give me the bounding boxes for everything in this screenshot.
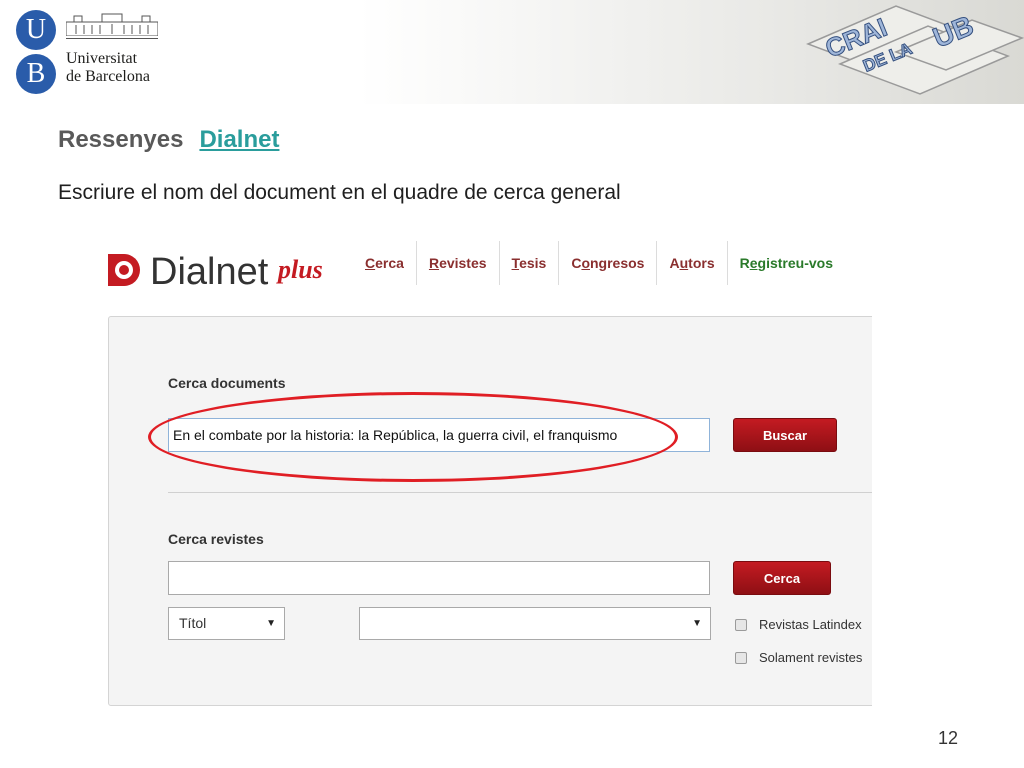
- dialnet-screenshot: Dialnet plus Cerca Revistes Tesis Congre…: [100, 232, 872, 710]
- checkbox-icon[interactable]: [735, 618, 747, 631]
- checkbox-icon[interactable]: [735, 651, 747, 664]
- latindex-checkbox-label: Revistas Latindex: [759, 617, 862, 632]
- journal-search-input[interactable]: [168, 561, 710, 595]
- nav-item-pre: A: [669, 255, 680, 271]
- cerca-documents-label: Cerca documents: [168, 375, 286, 391]
- solament-checkbox-label: Solament revistes: [759, 650, 863, 665]
- ub-name-line1: Universitat: [66, 50, 138, 67]
- ub-name: Universitat de Barcelona: [66, 50, 176, 86]
- nav-item-key: e: [749, 255, 758, 271]
- ub-logo: U B Universitat de Barcelona: [14, 8, 164, 96]
- ub-name-line2: de Barcelona: [66, 68, 150, 85]
- nav-item-post: esis: [519, 255, 547, 271]
- dropdown-arrow-icon: ▼: [266, 618, 276, 629]
- section-divider: [168, 492, 872, 493]
- crai-de-la-ub-logo: CRAI DE LA UB: [805, 5, 1024, 95]
- nav-registreu-vos[interactable]: Registreu-vos: [728, 241, 845, 285]
- cerca-revistes-label: Cerca revistes: [168, 531, 264, 547]
- dropdown-arrow-icon: ▼: [692, 618, 702, 629]
- nav-item-key: T: [511, 255, 520, 271]
- dialnet-link[interactable]: Dialnet: [199, 126, 279, 153]
- buscar-button[interactable]: Buscar: [733, 418, 837, 452]
- ub-b-badge: B: [16, 54, 56, 94]
- nav-item-post: gistreu-vos: [757, 255, 833, 271]
- slide-header: U B Universitat de Barcelona CRAI DE LA …: [0, 0, 1024, 104]
- field-select-value: Títol: [179, 615, 207, 631]
- dialnet-nav: Cerca Revistes Tesis Congresos Autors Re…: [353, 240, 845, 286]
- nav-item-key: u: [679, 255, 689, 271]
- latindex-checkbox-row[interactable]: Revistas Latindex: [735, 617, 862, 632]
- nav-item-key: C: [365, 255, 376, 271]
- cerca-button[interactable]: Cerca: [733, 561, 831, 595]
- solament-checkbox-row[interactable]: Solament revistes: [735, 650, 862, 665]
- nav-revistes[interactable]: Revistes: [417, 241, 500, 285]
- nav-item-key: R: [428, 255, 440, 271]
- dialnet-logo-suffix: plus: [276, 255, 323, 284]
- category-select[interactable]: ▼: [359, 607, 711, 640]
- building-icon: [66, 13, 158, 36]
- ub-logo-rule: [66, 38, 158, 39]
- slide-title: Ressenyes Dialnet: [58, 126, 279, 154]
- nav-autors[interactable]: Autors: [657, 241, 728, 285]
- nav-item-post: erca: [375, 255, 404, 271]
- nav-item-key: o: [581, 255, 590, 271]
- nav-item-post: ngresos: [590, 255, 645, 271]
- ub-u-badge: U: [16, 10, 56, 50]
- nav-item-pre: C: [571, 255, 582, 271]
- slide-subtitle: Escriure el nom del document en el quadr…: [58, 181, 621, 204]
- document-search-input[interactable]: [168, 418, 710, 452]
- search-panel: Cerca documents Buscar Cerca revistes Ce…: [108, 316, 872, 706]
- dialnet-logo: Dialnet plus: [108, 251, 323, 292]
- nav-congresos[interactable]: Congresos: [559, 241, 658, 285]
- page-number: 12: [938, 728, 959, 748]
- nav-item-post: tors: [688, 255, 715, 271]
- nav-item-pre: R: [739, 255, 750, 271]
- nav-item-post: evistes: [439, 255, 487, 271]
- title-text: Ressenyes: [58, 126, 184, 153]
- field-select[interactable]: Títol ▼: [168, 607, 285, 640]
- dialnet-logo-text: Dialnet: [150, 251, 269, 292]
- nav-tesis[interactable]: Tesis: [500, 241, 560, 285]
- nav-cerca[interactable]: Cerca: [353, 241, 417, 285]
